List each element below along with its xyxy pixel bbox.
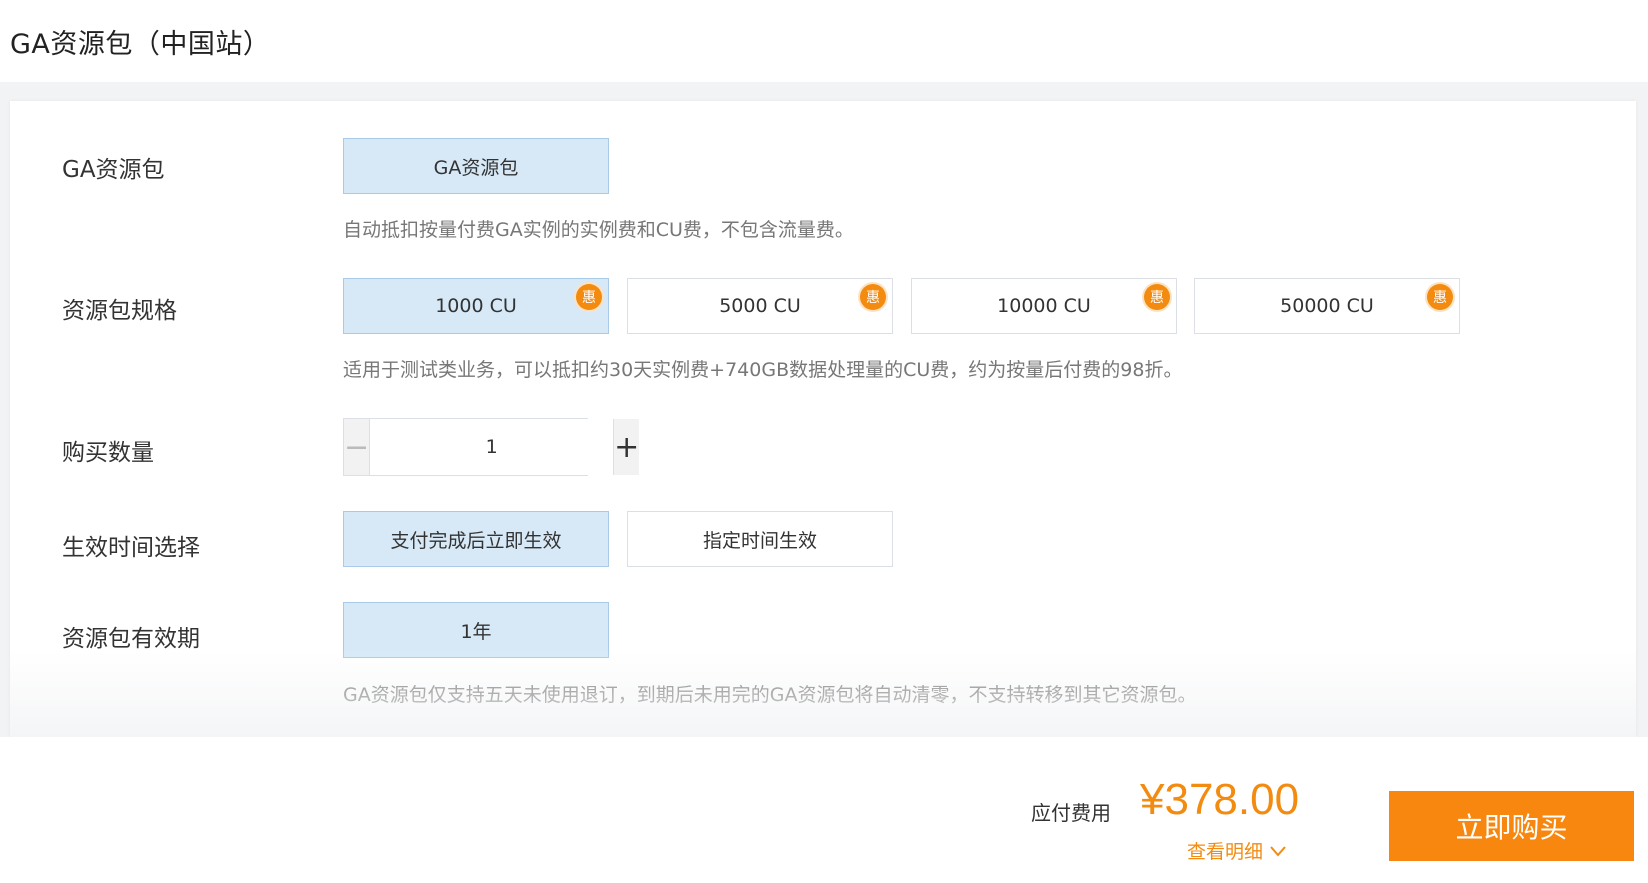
view-details-label: 查看明细 (1187, 841, 1264, 863)
total-price: ¥378.00 (1140, 775, 1300, 824)
effective-label: 生效时间选择 (62, 535, 200, 561)
spec-option-5000[interactable]: 5000 CU 惠 (627, 278, 893, 334)
validity-option-1-year[interactable]: 1年 (343, 602, 609, 658)
discount-badge: 惠 (860, 284, 886, 310)
fee-label: 应付费用 (1031, 801, 1111, 825)
buy-now-button[interactable]: 立即购买 (1389, 791, 1634, 861)
validity-description: GA资源包仅支持五天未使用退订，到期后未用完的GA资源包将自动清零，不支持转移到… (343, 684, 1197, 706)
discount-badge: 惠 (1144, 284, 1170, 310)
package-label: GA资源包 (62, 157, 165, 183)
option-label: 指定时间生效 (702, 529, 817, 552)
option-label: 支付完成后立即生效 (390, 529, 562, 552)
spec-description: 适用于测试类业务，可以抵扣约30天实例费+740GB数据处理量的CU费，约为按量… (343, 359, 1183, 381)
option-label: 5000 CU (719, 295, 801, 317)
option-label: 1000 CU (435, 295, 517, 317)
config-card (10, 101, 1636, 737)
option-label: 1年 (460, 620, 492, 643)
quantity-label: 购买数量 (62, 440, 154, 466)
package-option-ga[interactable]: GA资源包 (343, 138, 609, 194)
discount-badge: 惠 (1427, 284, 1453, 310)
spec-option-10000[interactable]: 10000 CU 惠 (911, 278, 1177, 334)
chevron-down-icon (1270, 845, 1286, 857)
option-label: GA资源包 (433, 156, 519, 179)
page-title: GA资源包（中国站） (10, 29, 271, 60)
spec-label: 资源包规格 (62, 298, 177, 324)
validity-label: 资源包有效期 (62, 626, 200, 652)
option-label: 50000 CU (1280, 295, 1374, 317)
page-header: GA资源包（中国站） (0, 0, 1648, 82)
quantity-decrement-button[interactable]: − (344, 419, 371, 475)
discount-badge: 惠 (576, 284, 602, 310)
quantity-stepper: − + (343, 418, 640, 476)
spec-option-1000[interactable]: 1000 CU 惠 (343, 278, 609, 334)
quantity-input[interactable] (370, 419, 614, 475)
option-label: 10000 CU (997, 295, 1091, 317)
quantity-increment-button[interactable]: + (613, 419, 640, 475)
package-description: 自动抵扣按量付费GA实例的实例费和CU费，不包含流量费。 (343, 219, 854, 241)
spec-option-50000[interactable]: 50000 CU 惠 (1194, 278, 1460, 334)
effective-option-scheduled[interactable]: 指定时间生效 (627, 511, 893, 567)
view-details-link[interactable]: 查看明细 (1187, 837, 1287, 864)
effective-option-immediate[interactable]: 支付完成后立即生效 (343, 511, 609, 567)
